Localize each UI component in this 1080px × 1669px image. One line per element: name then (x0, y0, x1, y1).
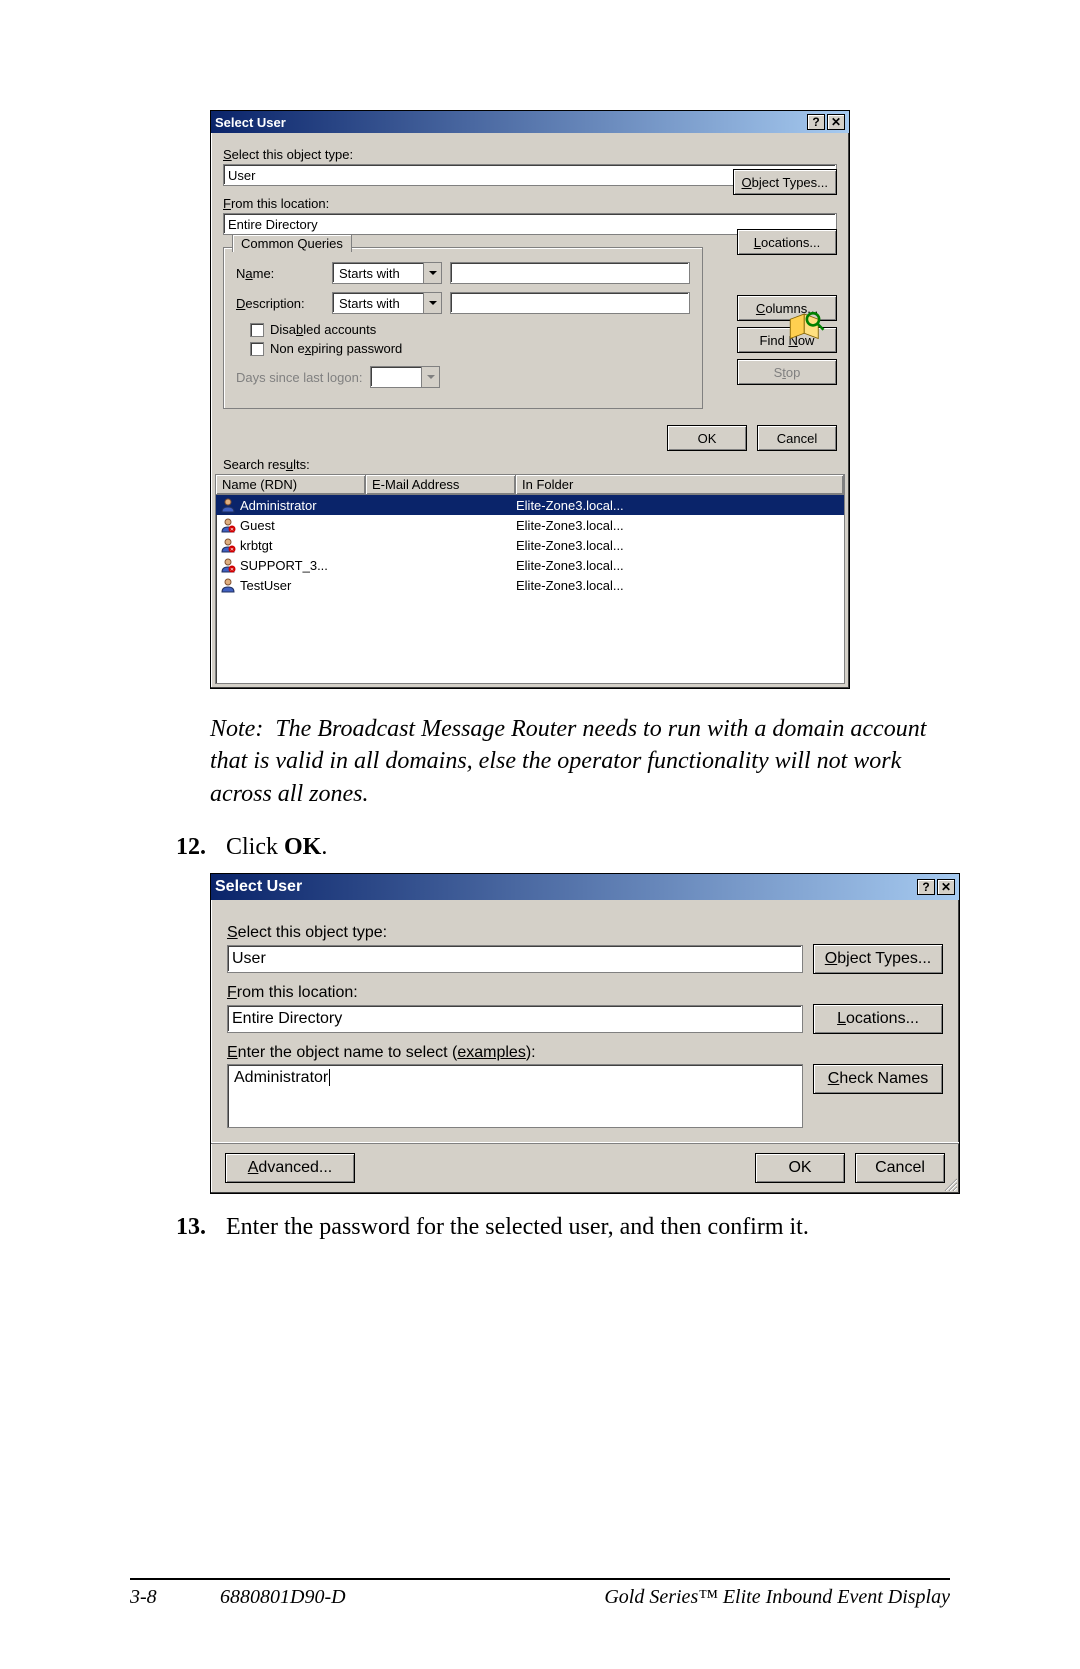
svg-text:✕: ✕ (230, 527, 234, 533)
examples-link[interactable]: examples (457, 1044, 525, 1061)
select-user-advanced-dialog: Select User ? ✕ Select this object type:… (210, 110, 850, 689)
svg-text:✕: ✕ (230, 547, 234, 553)
title-bar: Select User ? ✕ (211, 111, 849, 133)
non-expiring-password-checkbox[interactable]: Non expiring password (250, 341, 690, 356)
table-row[interactable]: AdministratorElite-Zone3.local... (216, 495, 844, 515)
results-header: Name (RDN) E-Mail Address In Folder (216, 475, 844, 495)
from-location-label: From this location: (223, 196, 837, 211)
cancel-button[interactable]: Cancel (855, 1153, 945, 1183)
search-results-list[interactable]: Name (RDN) E-Mail Address In Folder Admi… (215, 474, 845, 684)
object-types-button[interactable]: Object Types... (813, 944, 943, 974)
help-button[interactable]: ? (807, 114, 825, 130)
ok-button[interactable]: OK (667, 425, 747, 451)
page-number: 3-8 (130, 1586, 220, 1609)
step-12: 12. Click OK. (160, 834, 950, 861)
table-row[interactable]: TestUserElite-Zone3.local... (216, 575, 844, 595)
select-type-label: Select this object type: (223, 147, 837, 162)
name-label: Name: (236, 266, 324, 281)
days-since-logon-label: Days since last logon: (236, 370, 362, 385)
dialog-title: Select User (215, 878, 917, 896)
cancel-button[interactable]: Cancel (757, 425, 837, 451)
description-operator-combo[interactable]: Starts with (332, 292, 442, 314)
help-button[interactable]: ? (917, 879, 935, 895)
user-disabled-icon: ✕ (220, 557, 236, 573)
select-type-label: Select this object type: (227, 924, 943, 942)
locations-button[interactable]: Locations... (737, 229, 837, 255)
table-row[interactable]: ✕SUPPORT_3...Elite-Zone3.local... (216, 555, 844, 575)
description-query-input[interactable] (450, 292, 690, 314)
check-names-button[interactable]: Check Names (813, 1064, 943, 1094)
user-disabled-icon: ✕ (220, 517, 236, 533)
user-icon (220, 497, 236, 513)
select-user-dialog: Select User ? ✕ Select this object type:… (210, 873, 960, 1194)
name-operator-combo[interactable]: Starts with (332, 262, 442, 284)
days-since-logon-combo (370, 366, 440, 388)
close-button[interactable]: ✕ (937, 879, 955, 895)
dialog-title: Select User (215, 115, 807, 130)
enter-object-name-label: Enter the object name to select (example… (227, 1044, 943, 1062)
from-location-label: From this location: (227, 984, 943, 1002)
user-disabled-icon: ✕ (220, 537, 236, 553)
chevron-down-icon (423, 293, 441, 313)
doc-number: 6880801D90-D (220, 1586, 346, 1609)
product-name: Gold Series™ Elite Inbound Event Display (346, 1586, 950, 1609)
object-name-input[interactable]: Administrator (227, 1064, 803, 1128)
resize-grip-icon[interactable] (941, 1175, 957, 1191)
object-type-input[interactable] (227, 945, 803, 973)
directory-search-icon (785, 307, 827, 349)
step-13: 13. Enter the password for the selected … (160, 1214, 950, 1241)
user-icon (220, 577, 236, 593)
locations-button[interactable]: Locations... (813, 1004, 943, 1034)
advanced-button[interactable]: Advanced... (225, 1153, 355, 1183)
disabled-accounts-checkbox[interactable]: Disabled accounts (250, 322, 690, 337)
common-queries-tab[interactable]: Common Queries (232, 234, 352, 252)
name-query-input[interactable] (450, 262, 690, 284)
title-bar: Select User ? ✕ (211, 874, 959, 900)
object-types-button[interactable]: Object Types... (733, 169, 837, 195)
search-results-label: Search results: (211, 457, 849, 474)
page-footer: 3-8 6880801D90-D Gold Series™ Elite Inbo… (130, 1578, 950, 1609)
note-paragraph: Note: The Broadcast Message Router needs… (210, 713, 950, 810)
location-input[interactable] (227, 1005, 803, 1033)
ok-button[interactable]: OK (755, 1153, 845, 1183)
table-row[interactable]: ✕GuestElite-Zone3.local... (216, 515, 844, 535)
chevron-down-icon (421, 367, 439, 387)
svg-text:✕: ✕ (230, 567, 234, 573)
table-row[interactable]: ✕krbtgtElite-Zone3.local... (216, 535, 844, 555)
chevron-down-icon (423, 263, 441, 283)
close-button[interactable]: ✕ (827, 114, 845, 130)
description-label: Description: (236, 296, 324, 311)
stop-button: Stop (737, 359, 837, 385)
